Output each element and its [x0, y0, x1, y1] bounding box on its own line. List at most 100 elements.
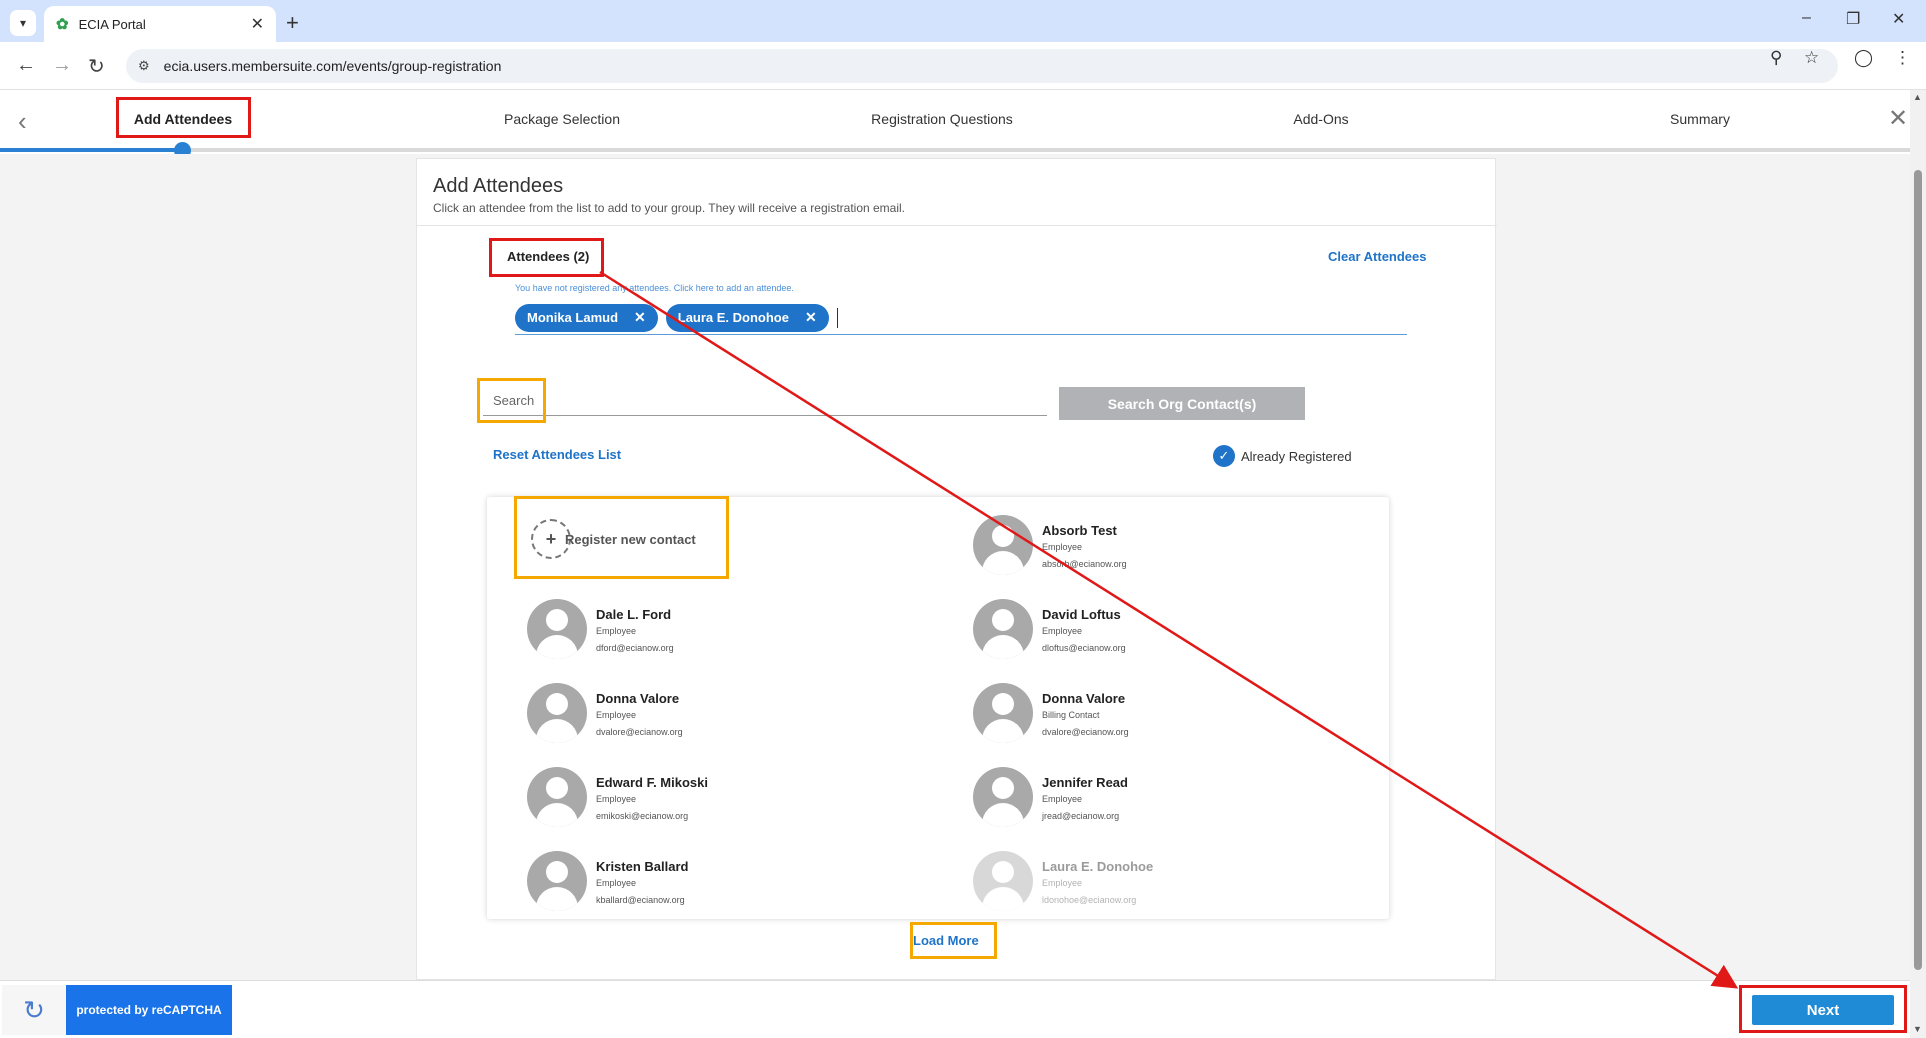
avatar-icon — [973, 851, 1033, 911]
attendees-hint[interactable]: You have not registered any attendees. C… — [515, 283, 794, 293]
reset-attendees-link[interactable]: Reset Attendees List — [493, 447, 621, 462]
avatar-icon — [973, 683, 1033, 743]
attendees-count-label: Attendees (2) — [507, 249, 590, 264]
back-arrow-icon[interactable]: ← — [16, 54, 36, 77]
register-new-label: Register new contact — [565, 531, 696, 547]
contact-email: dvalore@ecianow.org — [1042, 727, 1129, 737]
tab-close-icon[interactable]: ✕ — [251, 14, 264, 34]
browser-tab[interactable]: ✿ ECIA Portal ✕ — [44, 6, 276, 42]
contact-name: Jennifer Read — [1042, 775, 1128, 790]
address-bar[interactable]: ⚙ ecia.users.membersuite.com/events/grou… — [126, 49, 1838, 83]
contact-email: dloftus@ecianow.org — [1042, 643, 1126, 653]
browser-tabstrip: ▾ ✿ ECIA Portal ✕ + – ❐ ✕ — [0, 0, 1926, 42]
contact-card[interactable]: Edward F. Mikoski Employee emikoski@ecia… — [527, 767, 927, 837]
page-subtitle: Click an attendee from the list to add t… — [433, 201, 906, 215]
contact-card[interactable]: Kristen Ballard Employee kballard@eciano… — [527, 851, 927, 921]
tab-search-button[interactable]: ▾ — [10, 10, 36, 36]
avatar-icon — [527, 767, 587, 827]
divider — [417, 225, 1497, 226]
reload-icon[interactable]: ↻ — [88, 54, 105, 79]
load-more-button[interactable]: Load More — [913, 933, 979, 948]
contact-email: dford@ecianow.org — [596, 643, 674, 653]
bookmark-star-icon[interactable]: ☆ — [1804, 48, 1819, 68]
contact-name: Laura E. Donohoe — [1042, 859, 1154, 874]
add-attendees-card: Add Attendees Click an attendee from the… — [416, 158, 1497, 980]
contact-role: Employee — [1042, 542, 1083, 552]
contact-email: absorb@ecianow.org — [1042, 559, 1127, 569]
contact-card[interactable]: Jennifer Read Employee jread@ecianow.org — [973, 767, 1373, 837]
wizard-close-icon[interactable]: ✕ — [1888, 104, 1908, 133]
ecia-favicon-icon: ✿ — [56, 16, 69, 33]
contact-role: Employee — [596, 878, 637, 888]
step-summary[interactable]: Summary — [1670, 111, 1730, 127]
search-org-contacts-button[interactable]: Search Org Contact(s) — [1059, 387, 1305, 420]
contact-email: dvalore@ecianow.org — [596, 727, 683, 737]
avatar-icon — [973, 599, 1033, 659]
checkmark-icon[interactable]: ✓ — [1213, 445, 1235, 467]
next-button[interactable]: Next — [1752, 995, 1894, 1025]
contact-email: jread@ecianow.org — [1042, 811, 1120, 821]
already-registered-toggle[interactable]: ✓ Already Registered — [1213, 445, 1352, 467]
forward-arrow-icon[interactable]: → — [52, 54, 72, 77]
scroll-down-icon[interactable]: ▼ — [1913, 1024, 1922, 1034]
text-cursor — [836, 307, 838, 328]
selected-attendees-field[interactable]: Monika Lamud ✕ Laura E. Donohoe ✕ — [515, 301, 1407, 335]
attendee-chip-label: Monika Lamud — [527, 310, 619, 325]
step-add-attendees[interactable]: Add Attendees — [134, 111, 232, 127]
browser-menu-icon[interactable]: ⋮ — [1894, 48, 1911, 68]
step-add-ons[interactable]: Add-Ons — [1293, 111, 1348, 127]
contact-email: ldonohoe@ecianow.org — [1042, 895, 1137, 905]
minimize-icon[interactable]: – — [1802, 9, 1811, 27]
zoom-icon[interactable]: ⚲ — [1770, 48, 1782, 68]
contact-card[interactable]: David Loftus Employee dloftus@ecianow.or… — [973, 599, 1373, 669]
contact-name: David Loftus — [1042, 607, 1121, 622]
contact-card[interactable]: Donna Valore Billing Contact dvalore@eci… — [973, 683, 1373, 753]
contact-card[interactable]: Dale L. Ford Employee dford@ecianow.org — [527, 599, 927, 669]
remove-chip-icon[interactable]: ✕ — [634, 309, 646, 326]
step-registration-questions[interactable]: Registration Questions — [871, 111, 1013, 127]
register-new-contact-button[interactable]: + Register new contact — [531, 517, 701, 561]
contact-card-registered[interactable]: Laura E. Donohoe Employee ldonohoe@ecian… — [973, 851, 1373, 921]
contact-name: Kristen Ballard — [596, 859, 689, 874]
contact-role: Employee — [596, 626, 637, 636]
search-input[interactable]: Search — [493, 393, 534, 408]
contact-card[interactable]: Donna Valore Employee dvalore@ecianow.or… — [527, 683, 927, 753]
page-scrollbar[interactable]: ▲ ▼ — [1910, 90, 1926, 1038]
contact-role: Employee — [596, 794, 637, 804]
clear-attendees-link[interactable]: Clear Attendees — [1328, 249, 1427, 264]
page-title: Add Attendees — [433, 175, 564, 197]
contact-name: Edward F. Mikoski — [596, 775, 708, 790]
contact-role: Employee — [1042, 878, 1083, 888]
browser-toolbar: ← → ↻ ⚙ ecia.users.membersuite.com/event… — [0, 42, 1926, 90]
scroll-up-icon[interactable]: ▲ — [1913, 92, 1922, 102]
step-package-selection[interactable]: Package Selection — [504, 111, 620, 127]
window-close-icon[interactable]: ✕ — [1892, 9, 1905, 29]
profile-icon[interactable]: ◯ — [1854, 48, 1873, 68]
contacts-list: + Register new contact Absorb Test Emplo… — [487, 497, 1389, 919]
remove-chip-icon[interactable]: ✕ — [805, 309, 817, 326]
contact-name: Donna Valore — [596, 691, 680, 706]
avatar-icon — [527, 683, 587, 743]
already-registered-label: Already Registered — [1241, 448, 1352, 464]
avatar-icon — [527, 599, 587, 659]
address-url[interactable]: ecia.users.membersuite.com/events/group-… — [164, 58, 502, 74]
contact-name: Absorb Test — [1042, 523, 1117, 538]
attendee-chip[interactable]: Monika Lamud ✕ — [515, 303, 658, 332]
scroll-thumb[interactable] — [1914, 170, 1922, 970]
site-info-icon[interactable]: ⚙ — [138, 58, 150, 74]
restore-icon[interactable]: ❐ — [1846, 9, 1860, 29]
contact-role: Employee — [1042, 626, 1083, 636]
contact-card[interactable]: Absorb Test Employee absorb@ecianow.org — [973, 515, 1373, 585]
attendee-chip[interactable]: Laura E. Donohoe ✕ — [665, 303, 829, 332]
recaptcha-badge[interactable]: protected by reCAPTCHA — [66, 985, 232, 1035]
attendee-chip-label: Laura E. Donohoe — [677, 310, 789, 325]
contact-name: Donna Valore — [1042, 691, 1126, 706]
contact-role: Billing Contact — [1042, 710, 1100, 720]
contact-name: Dale L. Ford — [596, 607, 672, 622]
new-tab-icon[interactable]: + — [286, 10, 299, 36]
avatar-icon — [973, 515, 1033, 575]
wizard-back-icon[interactable]: ‹ — [18, 106, 27, 137]
tab-title: ECIA Portal — [78, 16, 146, 32]
avatar-icon — [527, 851, 587, 911]
footer-bar: ↻ protected by reCAPTCHA Next — [0, 980, 1910, 1038]
